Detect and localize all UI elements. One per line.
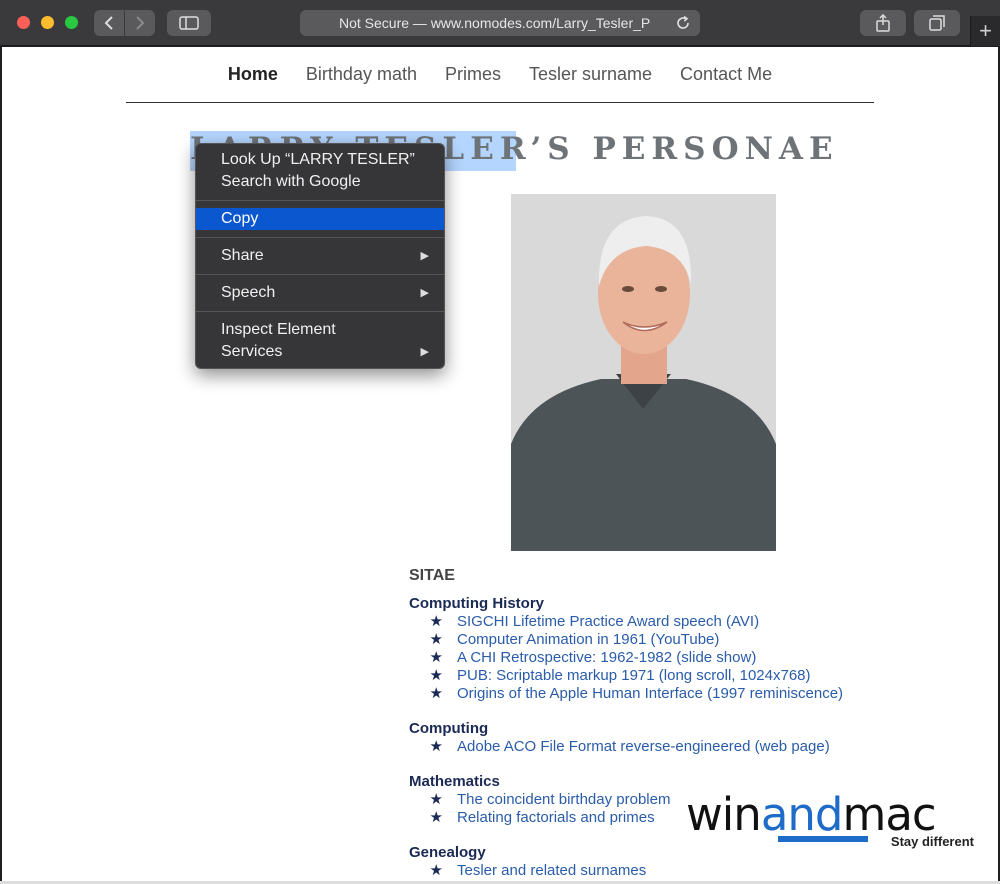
list-item: ★ A CHI Retrospective: 1962-1982 (slide s…: [409, 648, 969, 667]
site-nav: Home Birthday math Primes Tesler surname…: [126, 47, 874, 103]
menu-divider: [196, 311, 444, 312]
watermark-logo: winandmac: [686, 790, 978, 840]
nav-tesler-surname[interactable]: Tesler surname: [515, 64, 666, 85]
chevron-right-icon: [136, 16, 145, 30]
watermark-underline: [778, 836, 868, 842]
menu-divider: [196, 237, 444, 238]
person-illustration: [511, 194, 776, 551]
submenu-arrow-icon: ▶: [420, 250, 429, 262]
link-computer-animation[interactable]: Computer Animation in 1961 (YouTube): [457, 631, 719, 648]
submenu-arrow-icon: ▶: [420, 287, 429, 299]
link-tesler-surnames[interactable]: Tesler and related surnames: [457, 862, 646, 879]
star-bullet-icon: ★: [429, 613, 443, 630]
winandmac-watermark: winandmac Stay different: [686, 790, 978, 852]
menu-item-inspect-element[interactable]: Inspect Element: [196, 319, 444, 341]
watermark-and: and: [760, 788, 844, 841]
forward-button[interactable]: [125, 10, 155, 36]
new-tab-button[interactable]: +: [970, 16, 1000, 46]
menu-divider: [196, 274, 444, 275]
star-bullet-icon: ★: [429, 809, 443, 826]
list-item: ★ Tesler and related surnames: [409, 861, 969, 880]
share-button[interactable]: [860, 10, 906, 36]
zoom-window-button[interactable]: [65, 16, 78, 29]
minimize-window-button[interactable]: [41, 16, 54, 29]
sidebar-toggle-button[interactable]: [167, 10, 211, 36]
star-bullet-icon: ★: [429, 631, 443, 648]
nav-birthday-math[interactable]: Birthday math: [292, 64, 431, 85]
section-title: Computing History: [409, 595, 544, 612]
link-factorials-primes[interactable]: Relating factorials and primes: [457, 809, 655, 826]
close-window-button[interactable]: [17, 16, 30, 29]
menu-item-label: Share: [221, 247, 264, 264]
menu-item-copy[interactable]: Copy: [196, 208, 444, 230]
link-adobe-aco[interactable]: Adobe ACO File Format reverse-engineered…: [457, 738, 830, 755]
sidebar-icon: [179, 16, 199, 30]
link-apple-hi-origins[interactable]: Origins of the Apple Human Interface (19…: [457, 685, 843, 702]
portrait-photo: [511, 194, 776, 551]
web-page: Home Birthday math Primes Tesler surname…: [2, 47, 998, 884]
star-bullet-icon: ★: [429, 685, 443, 702]
list-item: ★ Adobe ACO File Format reverse-engineere…: [409, 737, 969, 756]
share-icon: [876, 14, 890, 32]
watermark-tagline: Stay different: [890, 834, 974, 849]
list-item: ★ Origins of the Apple Human Interface (1…: [409, 684, 969, 703]
browser-toolbar: Not Secure — www.nomodes.com/Larry_Tesle…: [0, 0, 1000, 46]
nav-primes[interactable]: Primes: [431, 64, 515, 85]
menu-divider: [196, 200, 444, 201]
submenu-arrow-icon: ▶: [420, 346, 429, 358]
star-bullet-icon: ★: [429, 667, 443, 684]
plus-icon: +: [979, 18, 992, 43]
sitae-heading: SITAE: [409, 567, 455, 584]
reload-icon[interactable]: [674, 14, 692, 32]
section-title: Computing: [409, 720, 489, 737]
menu-item-search-google[interactable]: Search with Google: [196, 171, 444, 193]
link-pub-markup[interactable]: PUB: Scriptable markup 1971 (long scroll…: [457, 667, 811, 684]
context-menu: Look Up “LARRY TESLER” Search with Googl…: [195, 143, 445, 369]
address-text: Not Secure — www.nomodes.com/Larry_Tesle…: [339, 15, 651, 31]
menu-item-share[interactable]: Share ▶: [196, 245, 444, 267]
show-tabs-button[interactable]: [914, 10, 960, 36]
nav-contact-me[interactable]: Contact Me: [666, 64, 786, 85]
back-button[interactable]: [94, 10, 124, 36]
menu-item-label: Services: [221, 343, 283, 360]
menu-item-look-up[interactable]: Look Up “LARRY TESLER”: [196, 149, 444, 171]
address-bar[interactable]: Not Secure — www.nomodes.com/Larry_Tesle…: [300, 10, 700, 36]
nav-home[interactable]: Home: [214, 64, 292, 85]
link-sigchi-speech[interactable]: SIGCHI Lifetime Practice Award speech (A…: [457, 613, 759, 630]
link-chi-retrospective[interactable]: A CHI Retrospective: 1962-1982 (slide sh…: [457, 649, 756, 666]
list-item: ★ SIGCHI Lifetime Practice Award speech (…: [409, 612, 969, 631]
chevron-left-icon: [104, 16, 113, 30]
menu-item-label: Speech: [221, 284, 276, 301]
star-bullet-icon: ★: [429, 738, 443, 755]
list-item: ★ Computer Animation in 1961 (YouTube): [409, 630, 969, 649]
watermark-win: win: [686, 788, 762, 841]
menu-item-services[interactable]: Services ▶: [196, 341, 444, 363]
star-bullet-icon: ★: [429, 791, 443, 808]
star-bullet-icon: ★: [429, 862, 443, 879]
tabs-icon: [929, 15, 945, 31]
link-birthday-problem[interactable]: The coincident birthday problem: [457, 791, 670, 808]
menu-item-speech[interactable]: Speech ▶: [196, 282, 444, 304]
list-item: ★ PUB: Scriptable markup 1971 (long scrol…: [409, 666, 969, 685]
star-bullet-icon: ★: [429, 649, 443, 666]
section-computing-history: Computing History ★ SIGCHI Lifetime Pract…: [409, 595, 969, 702]
section-computing: Computing ★ Adobe ACO File Format reverse…: [409, 720, 969, 755]
